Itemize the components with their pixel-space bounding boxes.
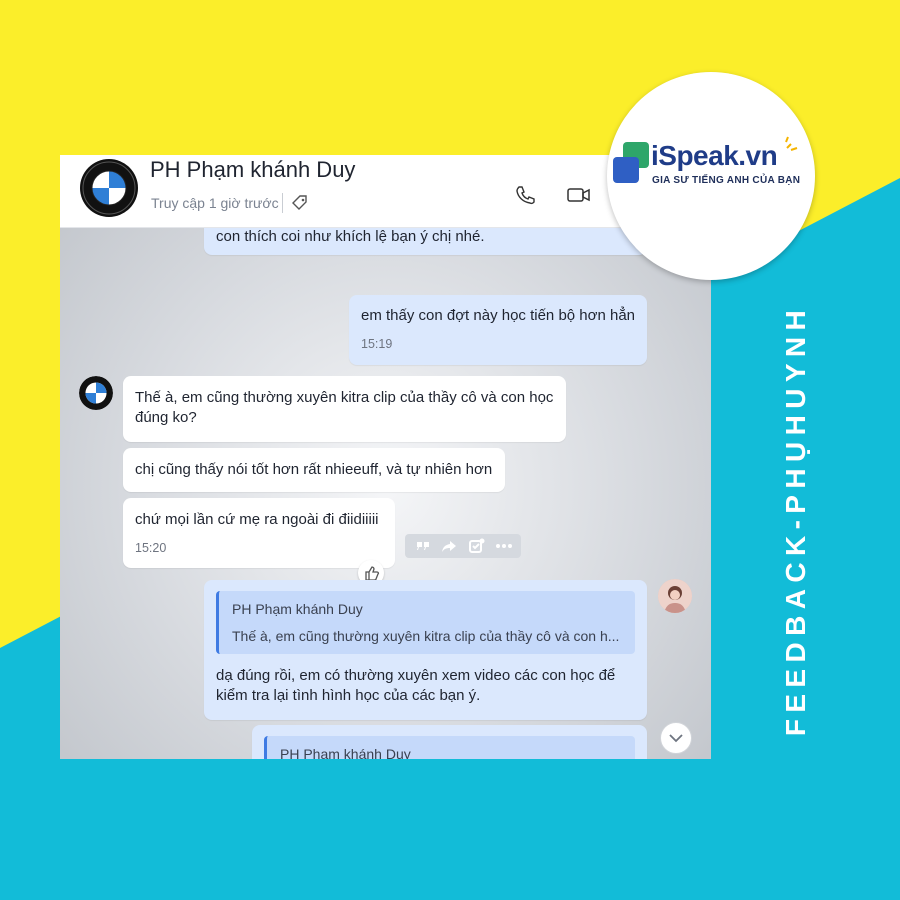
logo-tagline: GIA SƯ TIẾNG ANH CỦA BẠN (652, 175, 801, 186)
tag-icon[interactable] (290, 193, 310, 213)
message-incoming[interactable]: Thế à, em cũng thường xuyên kitra clip c… (123, 376, 566, 442)
message-time: 15:19 (361, 337, 393, 351)
chat-window: bạn ý là con trai nào nên nhiều khi phải… (60, 155, 711, 759)
sparkle-icon (785, 136, 798, 151)
message-text: chứ mọi lần cứ mẹ ra ngoài đi điidiiiii (135, 511, 379, 528)
bmw-logo-icon (79, 376, 113, 410)
chevron-down-icon (669, 734, 683, 743)
sender-avatar[interactable] (79, 376, 113, 410)
mark-task-icon[interactable] (468, 538, 486, 554)
logo-blue-square (613, 157, 639, 183)
scroll-to-bottom-button[interactable] (660, 722, 692, 754)
quote-sender: PH Phạm khánh Duy (280, 746, 411, 759)
message-text: Thế à, em cũng thường xuyên kitra clip c… (135, 389, 554, 426)
more-icon[interactable] (495, 538, 513, 554)
ispeak-logo: iSpeak.vn GIA SƯ TIẾNG ANH CỦA BẠN (607, 72, 815, 280)
share-icon[interactable] (441, 538, 457, 554)
reply-quote[interactable]: PH Phạm khánh Duy (264, 736, 635, 759)
quote-text: Thế à, em cũng thường xuyên kitra clip c… (232, 628, 620, 644)
last-seen-status: Truy cập 1 giờ trước (151, 195, 279, 211)
message-text: chị cũng thấy nói tốt hơn rất nhieeuff, … (135, 461, 493, 478)
message-text: em thấy con đợt này học tiến bộ hơn hẳn (361, 307, 636, 324)
reply-quote[interactable]: PH Phạm khánh Duy Thế à, em cũng thường … (216, 591, 635, 654)
message-outgoing[interactable]: em thấy con đợt này học tiến bộ hơn hẳn … (349, 295, 647, 365)
quote-icon[interactable] (415, 538, 431, 554)
profile-photo-icon (658, 579, 692, 613)
bmw-avatar[interactable] (80, 159, 138, 217)
video-call-icon[interactable] (566, 184, 592, 206)
message-text: dạ đúng rồi, em có thường xuyên xem vide… (216, 667, 616, 704)
side-label: FEEDBACK-PHỤHUYNH (780, 303, 811, 737)
message-outgoing[interactable]: PH Phạm khánh Duy (252, 725, 647, 759)
message-time: 15:20 (135, 541, 167, 555)
quote-sender: PH Phạm khánh Duy (232, 601, 363, 617)
message-incoming[interactable]: chứ mọi lần cứ mẹ ra ngoài đi điidiiiii … (123, 498, 395, 568)
phone-icon[interactable] (514, 184, 536, 206)
header-divider (282, 193, 283, 213)
message-outgoing[interactable]: PH Phạm khánh Duy Thế à, em cũng thường … (204, 580, 647, 720)
message-incoming[interactable]: chị cũng thấy nói tốt hơn rất nhieeuff, … (123, 448, 505, 492)
user-avatar[interactable] (658, 579, 692, 613)
logo-brand: iSpeak.vn (651, 140, 778, 171)
message-actions (405, 534, 521, 558)
contact-name[interactable]: PH Phạm khánh Duy (150, 157, 355, 183)
